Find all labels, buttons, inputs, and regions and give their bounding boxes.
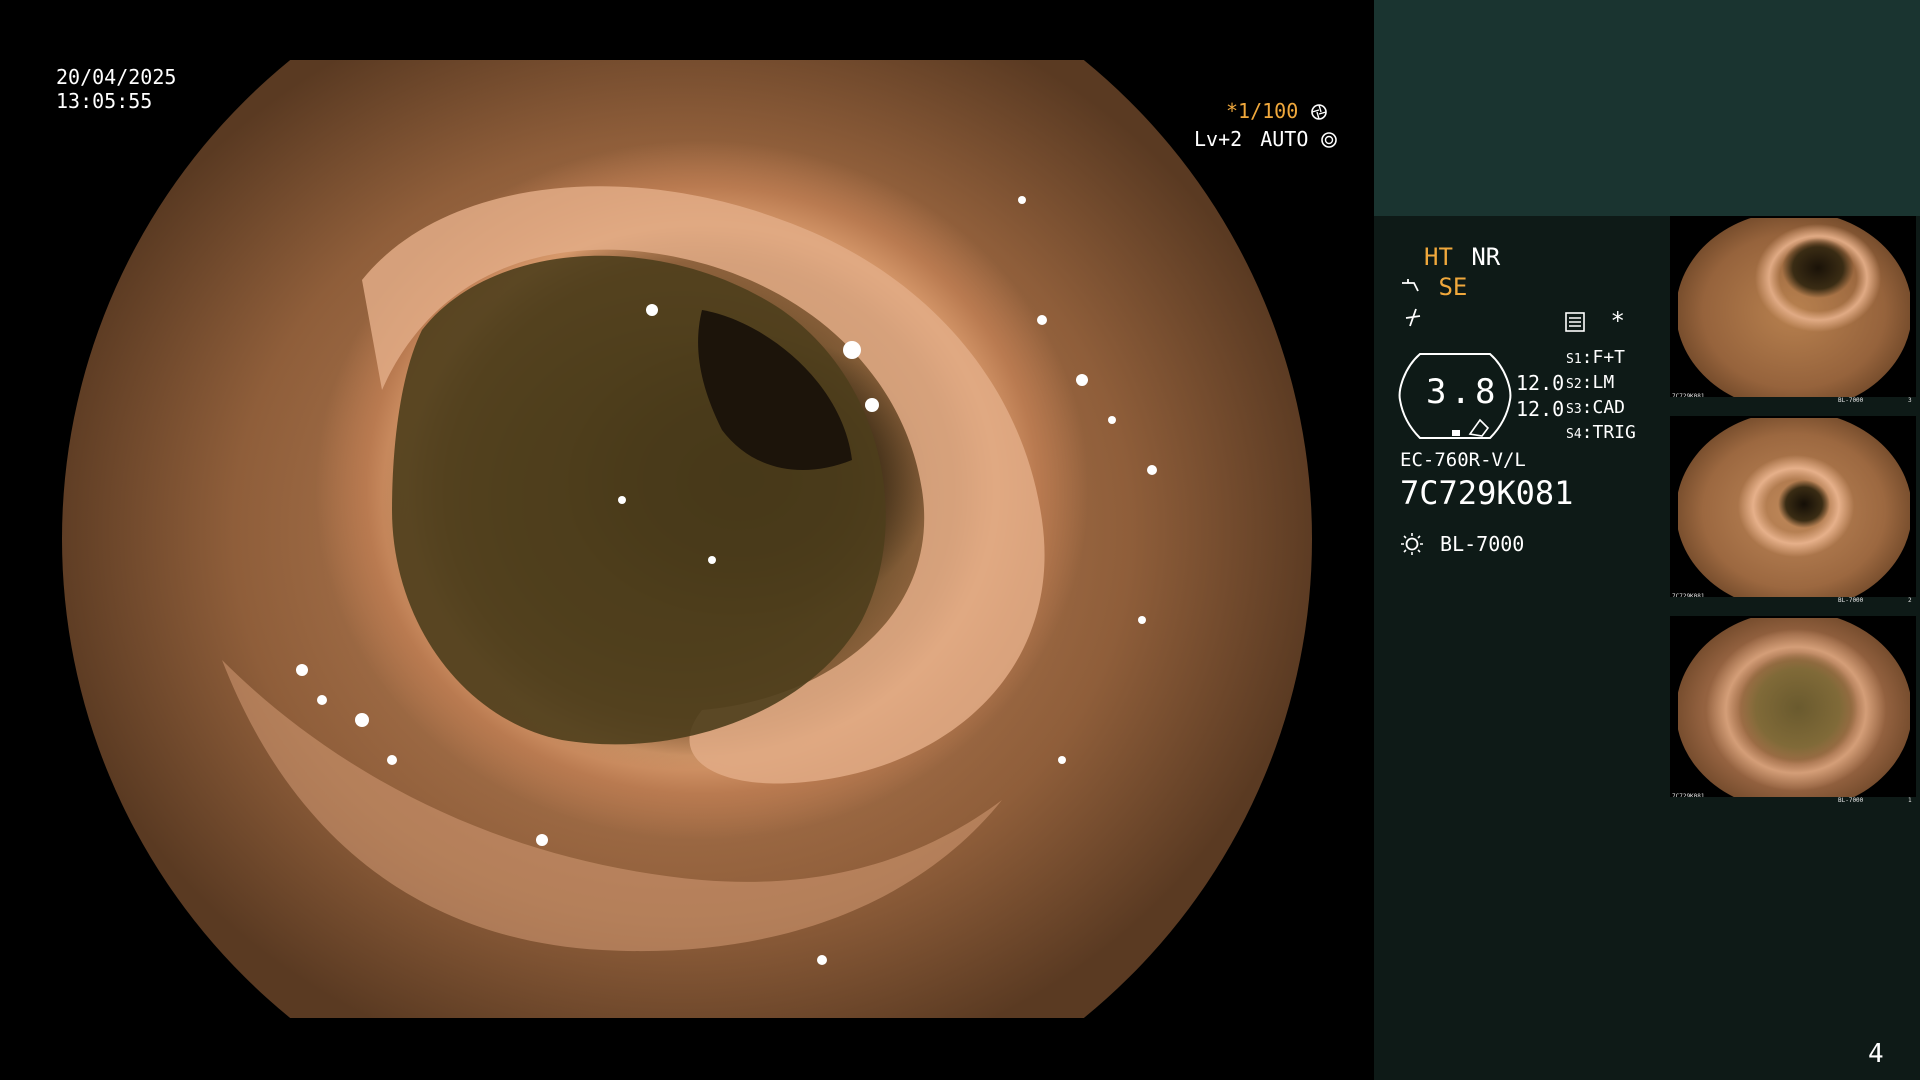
- lumen: [392, 255, 886, 745]
- mode-ht-nr: HT NR: [1424, 244, 1500, 270]
- exam-date: 20/04/2025: [56, 65, 177, 89]
- shutter-readout: *1/100: [1226, 100, 1328, 122]
- light-source-value: BL-7000: [1440, 532, 1525, 556]
- capture-thumbnail[interactable]: 7C729K081 BL-7000 3: [1670, 216, 1916, 406]
- side-value-1: 12.0: [1516, 371, 1565, 395]
- thumbnail-light: BL-7000: [1838, 397, 1864, 404]
- mode-nr: NR: [1471, 243, 1501, 271]
- gauge-value: 3.8: [1426, 372, 1500, 412]
- asterisk-mark: *: [1610, 307, 1625, 335]
- switch-s2: S2:LM: [1566, 372, 1615, 393]
- slash-icon: [1405, 308, 1421, 327]
- switch-value: TRIG: [1592, 422, 1636, 443]
- exam-time: 13:05:55: [56, 89, 153, 113]
- thumbnail-light: BL-7000: [1838, 797, 1864, 804]
- thumbnail-footer: [1670, 597, 1916, 606]
- switch-value: LM: [1592, 372, 1615, 393]
- capture-thumbnail[interactable]: 7C729K081 BL-7000 2: [1670, 416, 1916, 606]
- endoscope-image: [62, 60, 1312, 1018]
- switch-s3: S3:CAD: [1566, 397, 1626, 418]
- scope-tip-icon: [1402, 279, 1419, 292]
- capture-thumbnail[interactable]: 7C729K081 BL-7000 1: [1670, 616, 1916, 806]
- exposure-mode: AUTO: [1260, 127, 1309, 151]
- switch-value: CAD: [1592, 397, 1626, 418]
- page-number: 4: [1868, 1039, 1884, 1069]
- panel-header-block: [1374, 0, 1920, 216]
- scope-model: EC-760R-V/L: [1400, 449, 1526, 471]
- thumbnail-footer: [1670, 397, 1916, 406]
- thumbnail-image: [1678, 618, 1910, 804]
- switch-value: F+T: [1592, 347, 1626, 368]
- thumbnail-footer: [1670, 797, 1916, 806]
- menu-indicator: *: [1564, 308, 1625, 334]
- sun-icon: [1401, 533, 1423, 555]
- aperture-icon: [1311, 104, 1328, 120]
- side-value-2: 12.0: [1516, 397, 1565, 421]
- switch-key: S1: [1566, 352, 1582, 367]
- mode-ht: HT: [1424, 243, 1453, 271]
- iris-icon: [1321, 132, 1338, 148]
- info-panel: HT NR SE * 3.8 12.0 12.0 S1:F+T S2:LM S3…: [1374, 0, 1920, 1080]
- mode-se: SE: [1438, 273, 1468, 301]
- light-source: BL-7000: [1400, 532, 1524, 556]
- shutter-value: *1/100: [1226, 99, 1299, 123]
- thumbnail-image: [1678, 218, 1910, 404]
- slash-indicator: [1402, 306, 1424, 333]
- switch-s4: S4:TRIG: [1566, 422, 1636, 443]
- thumbnail-image: [1678, 418, 1910, 604]
- level-readout: Lv+2 AUTO: [1194, 128, 1338, 150]
- endoscope-screen: 20/04/2025 13:05:55 *1/100 Lv+2 AUTO HT …: [0, 0, 1920, 1080]
- menu-list-icon: [1565, 312, 1585, 332]
- thumbnail-index: 1: [1908, 797, 1912, 804]
- switch-key: S2: [1566, 377, 1582, 392]
- mode-se-line: SE: [1400, 274, 1467, 300]
- mucosa-illustration: [222, 186, 1157, 965]
- thumbnail-light: BL-7000: [1838, 597, 1864, 604]
- switch-key: S4: [1566, 427, 1582, 442]
- switch-s1: S1:F+T: [1566, 347, 1626, 368]
- thumbnail-index: 2: [1908, 597, 1912, 604]
- gauge: 3.8: [1398, 350, 1512, 442]
- scope-serial: 7C729K081: [1400, 474, 1574, 512]
- switch-key: S3: [1566, 402, 1582, 417]
- thumbnail-index: 3: [1908, 397, 1912, 404]
- level-value: Lv+2: [1194, 127, 1243, 151]
